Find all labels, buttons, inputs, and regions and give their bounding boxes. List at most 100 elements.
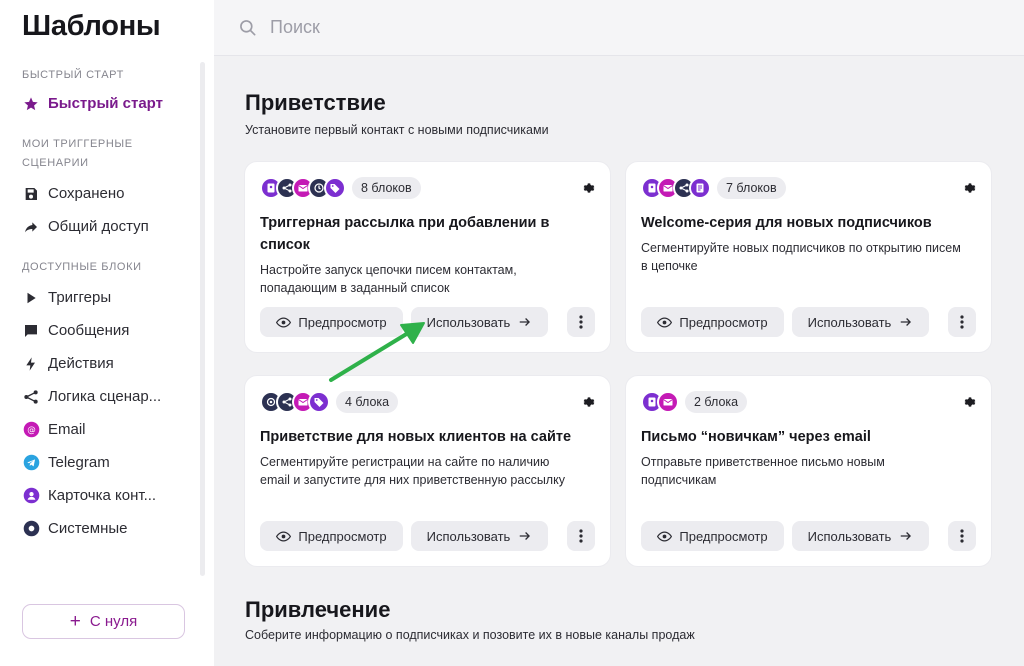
sidebar-item-system[interactable]: Системные xyxy=(22,512,197,545)
template-card[interactable]: 8 блоков Триггерная рассылка при добавле… xyxy=(245,162,610,352)
sidebar-item-label: Общий доступ xyxy=(48,218,149,235)
block-icons xyxy=(641,391,679,413)
card-description: Отправьте приветственное письмо новым по… xyxy=(641,455,885,487)
gear-icon[interactable] xyxy=(582,181,596,195)
star-icon xyxy=(22,95,40,113)
branch-icon xyxy=(22,388,40,406)
sidebar-item-email[interactable]: @ Email xyxy=(22,413,197,446)
section-title-welcome: Приветствие xyxy=(245,90,386,115)
card-description: Сегментируйте регистрации на сайте по на… xyxy=(260,455,565,487)
use-button[interactable]: Использовать xyxy=(411,521,548,551)
envelope-icon xyxy=(657,391,679,413)
more-options-button[interactable] xyxy=(948,307,976,337)
block-count-badge: 2 блока xyxy=(685,391,748,413)
gear-icon[interactable] xyxy=(963,395,977,409)
more-vertical-icon xyxy=(579,315,583,329)
sidebar-item-saved[interactable]: Сохранено xyxy=(22,177,197,210)
more-options-button[interactable] xyxy=(567,521,595,551)
sidebar-item-telegram[interactable]: Telegram xyxy=(22,446,197,479)
section-subtitle-acquisition: Соберите информацию о подписчиках и позо… xyxy=(245,628,695,642)
use-button[interactable]: Использовать xyxy=(792,521,929,551)
section-label-my-scenarios: МОИ ТРИГГЕРНЫЕ СЦЕНАРИИ xyxy=(22,138,133,169)
section-title-acquisition: Привлечение xyxy=(245,597,391,622)
preview-label: Предпросмотр xyxy=(679,314,768,330)
gear-icon[interactable] xyxy=(582,395,596,409)
preview-button[interactable]: Предпросмотр xyxy=(641,307,784,337)
section-label-quick-start: БЫСТРЫЙ СТАРТ xyxy=(22,69,124,81)
card-description: Настройте запуск цепочки писем контактам… xyxy=(260,263,517,295)
section-label-available-blocks: ДОСТУПНЫЕ БЛОКИ xyxy=(22,261,142,273)
block-icons xyxy=(641,177,711,199)
contact-card-icon xyxy=(22,487,40,505)
template-card[interactable]: 7 блоков Welcome-серия для новых подписч… xyxy=(626,162,991,352)
block-count-badge: 7 блоков xyxy=(717,177,786,199)
arrow-right-icon xyxy=(901,318,912,326)
preview-button[interactable]: Предпросмотр xyxy=(260,521,403,551)
create-from-scratch-button[interactable]: + С нуля xyxy=(22,604,185,639)
sidebar-item-label: Email xyxy=(48,421,86,438)
chat-icon xyxy=(22,322,40,340)
document-icon xyxy=(689,177,711,199)
more-options-button[interactable] xyxy=(567,307,595,337)
sidebar-item-contact-card[interactable]: Карточка конт... xyxy=(22,479,197,512)
template-card[interactable]: 2 блока Письмо “новичкам” через email От… xyxy=(626,376,991,566)
card-title: Welcome-серия для новых подписчиков xyxy=(641,215,932,231)
sidebar-item-triggers[interactable]: Триггеры xyxy=(22,281,197,314)
card-title: Приветствие для новых клиентов на сайте xyxy=(260,429,572,445)
sidebar-nav: БЫСТРЫЙ СТАРТ Быстрый старт МОИ ТРИГГЕРН… xyxy=(22,66,197,545)
sidebar-item-messages[interactable]: Сообщения xyxy=(22,314,197,347)
sidebar-scrollbar[interactable] xyxy=(200,62,205,576)
search-bar xyxy=(214,0,1024,56)
block-icons xyxy=(260,177,346,199)
more-options-button[interactable] xyxy=(948,521,976,551)
sidebar-item-label: Сохранено xyxy=(48,185,125,202)
sidebar-item-label: Карточка конт... xyxy=(48,487,157,504)
section-subtitle-welcome: Установите первый контакт с новыми подпи… xyxy=(245,123,549,137)
search-input[interactable] xyxy=(270,17,870,38)
use-button[interactable]: Использовать xyxy=(411,307,548,337)
share-arrow-icon xyxy=(22,218,40,236)
card-title: Письмо “новичкам” через email xyxy=(641,429,871,445)
svg-text:@: @ xyxy=(27,426,36,436)
use-label: Использовать xyxy=(807,314,892,330)
eye-icon xyxy=(657,316,673,328)
sidebar-item-label: Системные xyxy=(48,520,128,537)
template-card[interactable]: 4 блока Приветствие для новых клиентов н… xyxy=(245,376,610,566)
save-icon xyxy=(22,185,40,203)
sidebar-item-actions[interactable]: Действия xyxy=(22,347,197,380)
preview-label: Предпросмотр xyxy=(679,528,768,544)
sidebar-item-label: Логика сценар... xyxy=(48,388,162,405)
more-vertical-icon xyxy=(579,529,583,543)
lightning-icon xyxy=(22,355,40,373)
arrow-right-icon xyxy=(901,532,912,540)
preview-button[interactable]: Предпросмотр xyxy=(641,521,784,551)
arrow-right-icon xyxy=(520,532,531,540)
sidebar-item-label: Быстрый старт xyxy=(48,95,163,112)
sidebar-item-shared[interactable]: Общий доступ xyxy=(22,210,197,243)
sidebar: Шаблоны БЫСТРЫЙ СТАРТ Быстрый старт МОИ … xyxy=(0,0,214,666)
block-count-badge: 8 блоков xyxy=(352,177,421,199)
create-from-scratch-label: С нуля xyxy=(89,613,138,630)
sidebar-item-logic[interactable]: Логика сценар... xyxy=(22,380,197,413)
gear-icon[interactable] xyxy=(963,181,977,195)
preview-label: Предпросмотр xyxy=(298,314,387,330)
use-label: Использовать xyxy=(807,528,892,544)
arrow-right-icon xyxy=(520,318,531,326)
play-icon xyxy=(22,289,40,307)
block-count-badge: 4 блока xyxy=(336,391,399,413)
preview-button[interactable]: Предпросмотр xyxy=(260,307,403,337)
use-label: Использовать xyxy=(426,314,511,330)
plus-icon: + xyxy=(69,611,81,632)
more-vertical-icon xyxy=(960,315,964,329)
system-icon xyxy=(22,520,40,538)
email-at-icon: @ xyxy=(22,421,40,439)
use-label: Использовать xyxy=(426,528,511,544)
use-button[interactable]: Использовать xyxy=(792,307,929,337)
eye-icon xyxy=(276,316,292,328)
tag-icon xyxy=(308,391,330,413)
sidebar-item-label: Триггеры xyxy=(48,289,112,306)
sidebar-item-quick-start[interactable]: Быстрый старт xyxy=(22,87,197,120)
sidebar-item-label: Telegram xyxy=(48,454,110,471)
preview-label: Предпросмотр xyxy=(298,528,387,544)
card-description: Сегментируйте новых подписчиков по откры… xyxy=(641,241,961,273)
